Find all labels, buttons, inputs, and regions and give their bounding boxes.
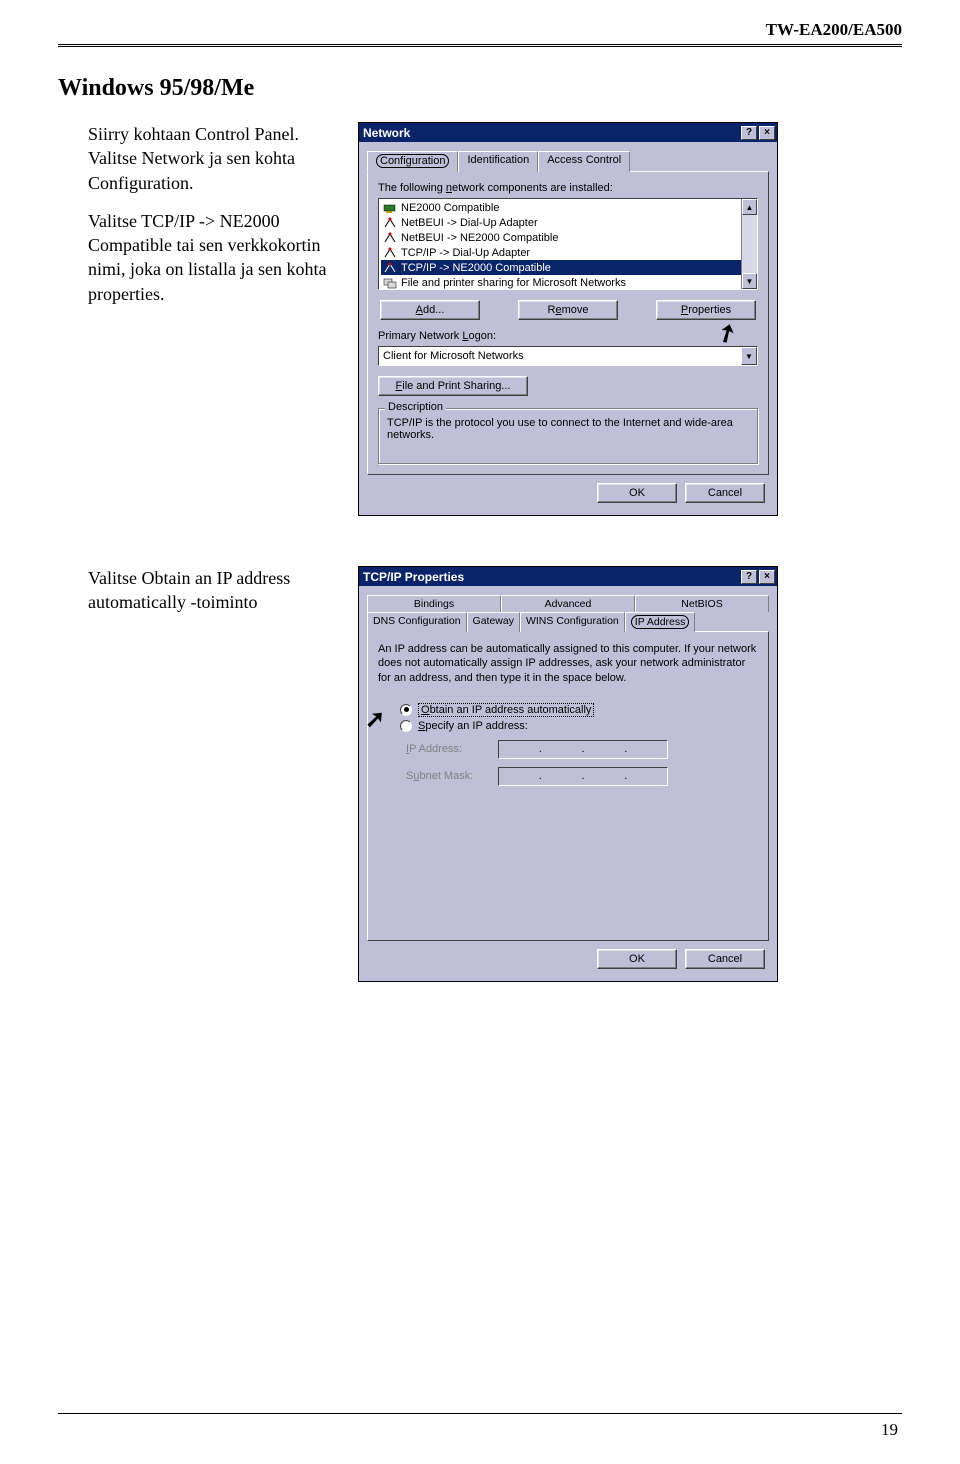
tab-dns[interactable]: DNS Configuration: [367, 612, 467, 632]
logon-label: Primary Network Logon:: [378, 330, 758, 342]
properties-button[interactable]: Properties: [656, 300, 756, 320]
scroll-up-button[interactable]: ▲: [742, 199, 757, 215]
header-rule: [58, 44, 902, 47]
description-text: TCP/IP is the protocol you use to connec…: [387, 417, 749, 441]
tab-configuration[interactable]: Configuration: [367, 151, 458, 172]
cancel-button[interactable]: Cancel: [685, 949, 765, 969]
description-groupbox: Description TCP/IP is the protocol you u…: [378, 408, 758, 464]
radio-dot-selected-icon: [400, 704, 412, 716]
network-titlebar[interactable]: Network ? ×: [359, 123, 777, 142]
doc-header: TW-EA200/EA500: [58, 20, 902, 44]
radio-obtain-label: Obtain an IP address automatically: [418, 703, 594, 717]
tab-wins[interactable]: WINS Configuration: [520, 612, 625, 632]
scroll-track[interactable]: [742, 215, 757, 273]
instruction-p1: Siirry kohtaan Control Panel. Valitse Ne…: [88, 122, 348, 195]
service-icon: [382, 276, 398, 289]
tab-ip-address[interactable]: IP Address: [625, 612, 696, 632]
list-item[interactable]: NetBEUI -> Dial-Up Adapter: [381, 215, 741, 230]
network-dialog: Network ? × Configuration Identification…: [358, 122, 778, 516]
scroll-down-button[interactable]: ▼: [742, 273, 757, 289]
list-item-selected[interactable]: TCP/IP -> NE2000 Compatible: [381, 260, 741, 275]
network-title: Network: [363, 126, 410, 140]
ip-address-field: IP Address: ...: [406, 740, 758, 759]
instruction-p3: Valitse Obtain an IP address automatical…: [88, 566, 348, 615]
instruction-block-2: Valitse Obtain an IP address automatical…: [58, 566, 358, 629]
subnet-mask-field: Subnet Mask: ...: [406, 767, 758, 786]
radio-specify[interactable]: Specify an IP address:: [400, 720, 758, 732]
close-button[interactable]: ×: [759, 126, 775, 140]
annotation-arrow-icon: ➚: [365, 705, 385, 734]
protocol-icon: [382, 216, 398, 229]
dropdown-arrow-icon[interactable]: ▼: [741, 347, 757, 365]
scrollbar[interactable]: ▲ ▼: [741, 199, 757, 289]
ok-button[interactable]: OK: [597, 483, 677, 503]
components-listbox[interactable]: NE2000 Compatible NetBEUI -> Dial-Up Ada…: [378, 198, 758, 290]
cancel-button[interactable]: Cancel: [685, 483, 765, 503]
help-button[interactable]: ?: [741, 570, 757, 584]
tab-gateway[interactable]: Gateway: [467, 612, 520, 632]
ok-button[interactable]: OK: [597, 949, 677, 969]
protocol-icon: [382, 231, 398, 244]
tab-access-control[interactable]: Access Control: [538, 151, 630, 172]
tab-bindings[interactable]: Bindings: [367, 595, 501, 612]
tab-ip-label: IP Address: [631, 615, 690, 629]
section-title: Windows 95/98/Me: [58, 75, 902, 102]
tcpip-dialog: TCP/IP Properties ? × Bindings Advanced …: [358, 566, 778, 982]
ip-address-label: IP Address:: [406, 743, 498, 755]
tab-identification[interactable]: Identification: [458, 151, 538, 172]
components-label: The following network components are ins…: [378, 182, 758, 194]
tab-config-label: Configuration: [376, 154, 449, 168]
remove-button[interactable]: Remove: [518, 300, 618, 320]
radio-dot-icon: [400, 720, 412, 732]
list-item[interactable]: NE2000 Compatible: [381, 200, 741, 215]
adapter-icon: [382, 201, 398, 214]
tab-advanced[interactable]: Advanced: [501, 595, 635, 612]
help-button[interactable]: ?: [741, 126, 757, 140]
subnet-mask-input[interactable]: ...: [498, 767, 668, 786]
tcpip-title: TCP/IP Properties: [363, 570, 464, 584]
radio-obtain-auto[interactable]: Obtain an IP address automatically: [400, 703, 758, 717]
close-button[interactable]: ×: [759, 570, 775, 584]
subnet-mask-label: Subnet Mask:: [406, 770, 498, 782]
list-item[interactable]: TCP/IP -> Dial-Up Adapter: [381, 245, 741, 260]
tab-netbios[interactable]: NetBIOS: [635, 595, 769, 612]
file-print-sharing-button[interactable]: File and Print Sharing...: [378, 376, 528, 396]
list-item[interactable]: NetBEUI -> NE2000 Compatible: [381, 230, 741, 245]
tcpip-titlebar[interactable]: TCP/IP Properties ? ×: [359, 567, 777, 586]
ip-address-input[interactable]: ...: [498, 740, 668, 759]
logon-value: Client for Microsoft Networks: [379, 350, 741, 362]
list-item[interactable]: File and printer sharing for Microsoft N…: [381, 275, 741, 290]
instruction-p2: Valitse TCP/IP -> NE2000 Compatible tai …: [88, 209, 348, 306]
footer-rule: [58, 1413, 902, 1414]
radio-specify-label: Specify an IP address:: [418, 720, 528, 732]
instruction-block-1: Siirry kohtaan Control Panel. Valitse Ne…: [58, 122, 358, 320]
protocol-icon: [382, 246, 398, 259]
description-legend: Description: [385, 401, 446, 413]
protocol-icon: [382, 261, 398, 274]
ip-body-text: An IP address can be automatically assig…: [378, 642, 758, 685]
logon-dropdown[interactable]: Client for Microsoft Networks ▼: [378, 346, 758, 366]
add-button[interactable]: Add...: [380, 300, 480, 320]
page-number: 19: [881, 1420, 898, 1440]
